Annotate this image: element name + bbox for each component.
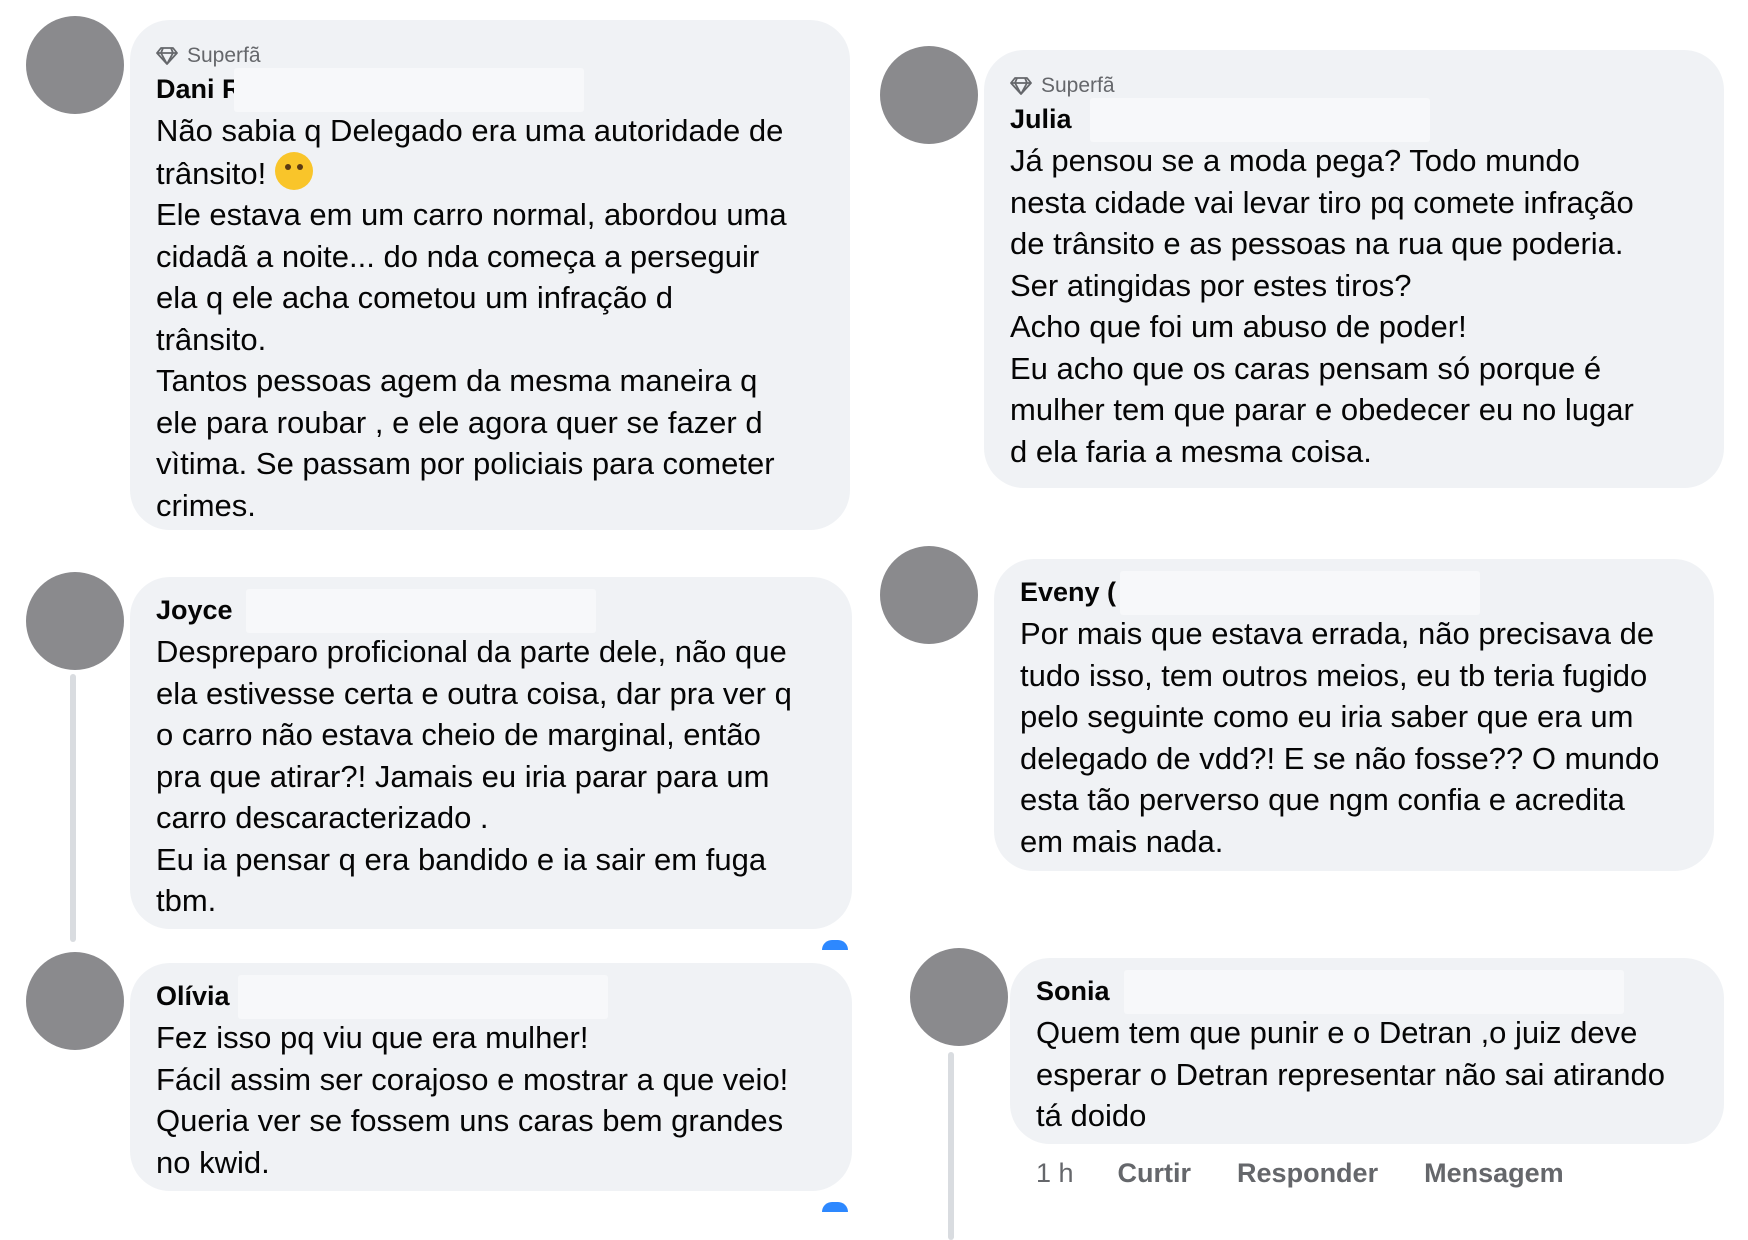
reaction-indicator [822,940,848,950]
avatar[interactable] [910,948,1008,1046]
comment-text: Já pensou se a moda pega? Todo mundo nes… [1010,143,1634,469]
diamond-icon [1010,77,1032,95]
badge-label: Superfã [187,44,261,67]
comment-bubble: Sonia Quem tem que punir e o Detran ,o j… [1010,958,1724,1144]
comment-author[interactable]: Dani R [156,68,584,112]
comment-author[interactable]: Joyce [156,589,596,633]
thinking-face-icon [274,151,313,190]
comment-author[interactable]: Eveny ( [1020,571,1480,615]
avatar[interactable] [880,46,978,144]
comment-bubble: Joyce Despreparo proficional da parte de… [130,577,852,929]
comment-text: Fez isso pq viu que era mulher! Fácil as… [156,1020,789,1180]
comment-bubble: Olívia Fez isso pq viu que era mulher! F… [130,963,852,1191]
badge-label: Superfã [1041,74,1115,97]
diamond-icon [156,47,178,65]
avatar[interactable] [26,572,124,670]
comment-actions: 1 h Curtir Responder Mensagem [1036,1158,1610,1189]
comment-timestamp[interactable]: 1 h [1036,1158,1074,1189]
avatar[interactable] [26,16,124,114]
superfan-badge: Superfã [1010,72,1698,100]
comment-text: Por mais que estava errada, não precisav… [1020,616,1660,859]
comment-author[interactable]: Sonia [1036,970,1624,1014]
comment-bubble: Superfã Julia Já pensou se a moda pega? … [984,50,1724,488]
comment-author[interactable]: Julia [1010,98,1430,142]
comment-text: Despreparo proficional da parte dele, nã… [156,634,792,918]
message-button[interactable]: Mensagem [1424,1158,1564,1189]
comment-text: Quem tem que punir e o Detran ,o juiz de… [1036,1015,1665,1133]
like-button[interactable]: Curtir [1118,1158,1192,1189]
reply-button[interactable]: Responder [1237,1158,1378,1189]
comment-bubble: Superfã Dani R Não sabia q Delegado era … [130,20,850,530]
thread-line [948,1052,954,1240]
avatar[interactable] [880,546,978,644]
comment-text: Não sabia q Delegado era uma autoridade … [156,113,787,523]
thread-line [70,674,76,942]
reaction-indicator [822,1202,848,1212]
comment-bubble: Eveny ( Por mais que estava errada, não … [994,559,1714,871]
comment-author[interactable]: Olívia [156,975,608,1019]
superfan-badge: Superfã [156,42,824,70]
avatar[interactable] [26,952,124,1050]
